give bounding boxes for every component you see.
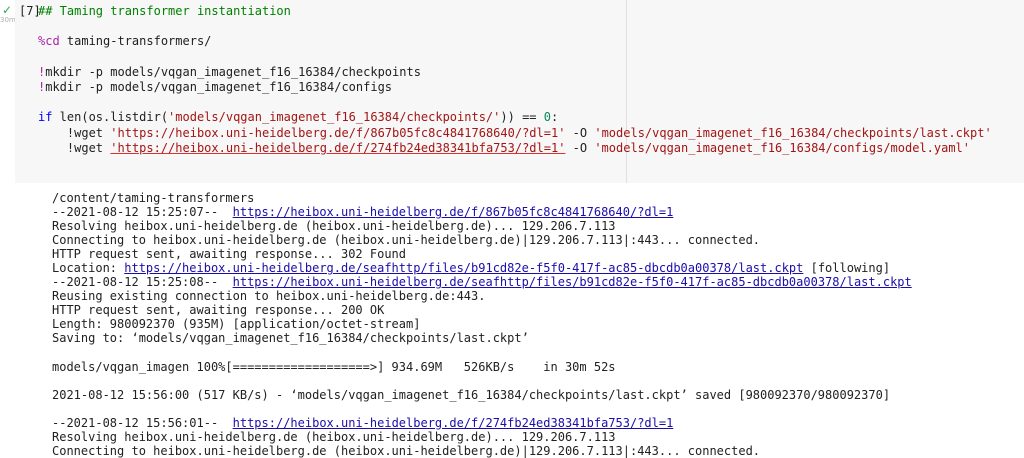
if-keyword: if bbox=[38, 110, 53, 125]
saving-line: Saving to: ‘models/vqgan_imagenet_f16_16… bbox=[52, 331, 529, 346]
connecting-line: Connecting to heibox.uni-heidelberg.de (… bbox=[52, 443, 761, 458]
output-flag: -O bbox=[565, 140, 595, 155]
wget-command: !wget bbox=[66, 140, 111, 155]
execution-duration: 30m bbox=[0, 16, 16, 24]
wget-checkpoint-url[interactable]: https://heibox.uni-heidelberg.de/f/867b0… bbox=[118, 126, 559, 140]
output-flag: -O bbox=[565, 125, 595, 140]
timestamp-line: --2021-08-12 15:25:07-- bbox=[52, 205, 233, 220]
code-comment: ## Taming transformer instantiation bbox=[38, 4, 291, 18]
if-expression: len(os.listdir( bbox=[52, 110, 169, 125]
resolving-line: Resolving heibox.uni-heidelberg.de (heib… bbox=[52, 219, 616, 234]
output-link-seafhttp[interactable]: https://heibox.uni-heidelberg.de/seafhtt… bbox=[233, 275, 912, 289]
location-label: Location: bbox=[52, 261, 125, 276]
cell-output: /content/taming-transformers --2021-08-1… bbox=[52, 191, 912, 458]
execution-status-check-icon: ✓ bbox=[2, 3, 13, 17]
http-302-line: HTTP request sent, awaiting response... … bbox=[52, 247, 407, 262]
timestamp-line: --2021-08-12 15:25:08-- bbox=[52, 275, 233, 290]
output-link-checkpoint[interactable]: https://heibox.uni-heidelberg.de/f/867b0… bbox=[233, 205, 674, 219]
progress-line: models/vqgan_imagen 100%[===============… bbox=[52, 359, 616, 374]
timestamp-line: --2021-08-12 15:56:01-- bbox=[52, 415, 233, 430]
output-cwd: /content/taming-transformers bbox=[52, 191, 255, 205]
zero-literal: 0 bbox=[543, 110, 551, 125]
reusing-line: Reusing existing connection to heibox.un… bbox=[52, 289, 486, 304]
http-200-line: HTTP request sent, awaiting response... … bbox=[52, 303, 385, 318]
output-link-config[interactable]: https://heibox.uni-heidelberg.de/f/274fb… bbox=[233, 416, 674, 430]
wget-command: !wget bbox=[66, 125, 111, 140]
output-link-location[interactable]: https://heibox.uni-heidelberg.de/seafhtt… bbox=[124, 261, 803, 275]
cd-magic-keyword: %cd bbox=[38, 34, 60, 49]
connecting-line: Connecting to heibox.uni-heidelberg.de (… bbox=[52, 233, 761, 248]
resolving-line: Resolving heibox.uni-heidelberg.de (heib… bbox=[52, 429, 616, 444]
wget-config-url[interactable]: 'https://heibox.uni-heidelberg.de/f/274f… bbox=[110, 141, 565, 155]
mkdir-checkpoints-command: mkdir -p models/vqgan_imagenet_f16_16384… bbox=[45, 64, 421, 79]
code-content[interactable]: ## Taming transformer instantiation %cd … bbox=[38, 4, 992, 156]
following-label: [following] bbox=[803, 261, 891, 276]
length-line: Length: 980092370 (935M) [application/oc… bbox=[52, 317, 421, 332]
quote-open: ' bbox=[110, 125, 118, 140]
saved-line: 2021-08-12 15:56:00 (517 KB/s) - ‘models… bbox=[52, 387, 891, 402]
if-compare: )) == bbox=[500, 110, 544, 125]
config-dest-string: 'models/vqgan_imagenet_f16_16384/configs… bbox=[594, 140, 971, 155]
cd-argument: taming-transformers/ bbox=[59, 34, 212, 49]
mkdir-configs-command: mkdir -p models/vqgan_imagenet_f16_16384… bbox=[45, 80, 393, 95]
checkpoints-path-string: 'models/vqgan_imagenet_f16_16384/checkpo… bbox=[168, 110, 501, 125]
if-colon: : bbox=[550, 110, 559, 125]
checkpoint-dest-string: 'models/vqgan_imagenet_f16_16384/checkpo… bbox=[594, 125, 992, 140]
